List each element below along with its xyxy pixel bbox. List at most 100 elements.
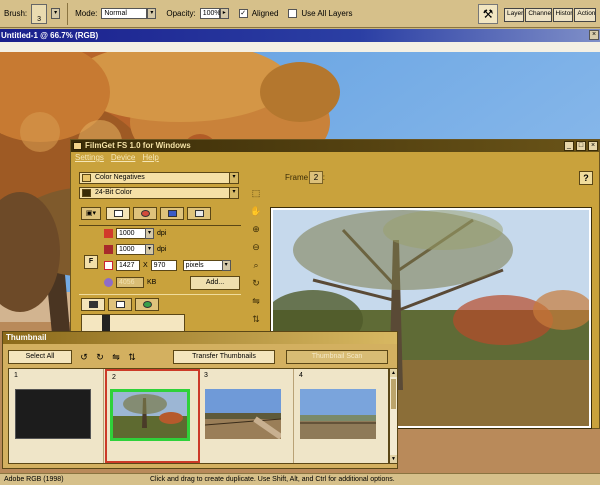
scan-mode-dropdown[interactable]: ▣▾ — [81, 207, 101, 220]
transfer-thumbnails-button[interactable]: Transfer Thumbnails — [173, 350, 275, 364]
chevron-down-icon[interactable]: ▾ — [229, 188, 238, 198]
maximize-icon[interactable]: □ — [576, 141, 586, 151]
thumbnail-scan-button[interactable]: Thumbnail Scan — [286, 350, 388, 364]
thumbnail-frame-3[interactable]: 3 — [199, 369, 294, 463]
dpi-unit-label: dpi — [157, 246, 167, 253]
fit-button[interactable]: F — [84, 255, 98, 269]
mode-select[interactable]: Normal — [101, 8, 148, 19]
output-dpi-field[interactable]: 1000 — [116, 244, 146, 255]
palette-tab-channels[interactable]: Channels — [525, 8, 552, 22]
rotate-right-icon[interactable]: ↻ — [93, 350, 107, 364]
frame-number: 4 — [299, 372, 303, 379]
add-button[interactable]: Add... — [190, 276, 240, 290]
levels-button[interactable] — [160, 207, 184, 220]
width-value: 1427 — [119, 262, 135, 269]
palette-tab-history[interactable]: History — [552, 8, 574, 22]
thumbnail-strip: 1 2 3 4 — [8, 368, 389, 464]
size-unit-label: KB — [147, 279, 157, 286]
palette-tab-actions[interactable]: Actions — [574, 8, 597, 22]
file-size-icon — [104, 278, 113, 287]
scan-label: Thumbnail Scan — [311, 353, 363, 360]
magnifier-icon[interactable]: ⌕ — [249, 258, 263, 273]
opacity-arrow[interactable]: ▸ — [219, 8, 229, 19]
thumbnail-image — [300, 389, 376, 439]
mirror-icon[interactable]: ⇅ — [249, 312, 263, 327]
chevron-down-icon[interactable]: ▾ — [145, 244, 154, 255]
hand-icon[interactable]: ✋ — [249, 204, 263, 219]
menu-settings[interactable]: Settings — [75, 152, 104, 164]
thumbnail-photo — [205, 389, 281, 439]
file-size-row: 4056 KB — [104, 277, 156, 288]
scroll-up-icon[interactable]: ▲ — [390, 369, 397, 377]
minimize-icon[interactable]: _ — [564, 141, 574, 151]
menu-device[interactable]: Device — [111, 152, 135, 164]
filmget-title-bar[interactable]: FilmGet FS 1.0 for Windows — [71, 140, 599, 152]
help-icon[interactable]: ? — [579, 171, 593, 185]
output-resolution-icon — [104, 245, 113, 254]
opacity-input[interactable]: 100% — [199, 8, 221, 19]
zoom-out-icon[interactable]: ⊖ — [249, 240, 263, 255]
thumbnail-frame-4[interactable]: 4 — [294, 369, 389, 463]
thumbnail-title-bar[interactable]: Thumbnail — [3, 332, 397, 344]
transfer-label: Transfer Thumbnails — [192, 353, 256, 360]
thumbnail-scrollbar[interactable]: ▲ ▼ — [389, 368, 398, 464]
palette-tab-layers[interactable]: Layers — [504, 8, 525, 22]
color-profile: Adobe RGB (1998) — [4, 476, 64, 483]
size-row: 1427 X 970 pixels ▾ — [104, 260, 231, 271]
select-all-button[interactable]: Select All — [8, 350, 72, 364]
brush-preset-picker[interactable]: 3 — [31, 3, 48, 24]
use-all-layers-label: Use All Layers — [301, 9, 353, 18]
close-icon[interactable]: × — [588, 141, 598, 151]
file-size-field: 4056 — [116, 277, 144, 288]
chevron-down-icon[interactable]: ▾ — [221, 260, 231, 271]
use-all-layers-checkbox[interactable] — [288, 9, 298, 18]
aligned-checkbox[interactable]: ✓ — [238, 9, 248, 18]
crop-icon — [104, 261, 113, 270]
flip-icon[interactable]: ⇋ — [249, 294, 263, 309]
thumbnail-frame-1[interactable]: 1 — [9, 369, 104, 463]
thumbnail-frame-2[interactable]: 2 — [105, 369, 200, 463]
rotate-icon[interactable]: ↻ — [249, 276, 263, 291]
sharpen-button[interactable] — [187, 207, 211, 220]
mirror-icon[interactable]: ⇅ — [125, 350, 139, 364]
brush-label: Brush: — [4, 9, 28, 18]
chevron-down-icon[interactable]: ▾ — [229, 173, 238, 183]
curve-tab[interactable] — [108, 298, 132, 311]
mode-dropdown-arrow[interactable]: ▾ — [147, 8, 157, 19]
frame-mode-button[interactable] — [106, 207, 130, 220]
thumbnail-photo — [113, 392, 187, 438]
palette-well: Layers Channels History Actions — [504, 8, 597, 22]
menu-help[interactable]: Help — [142, 152, 158, 164]
film-type-select[interactable]: Color Negatives ▾ — [79, 172, 239, 184]
output-dpi-row: 1000 ▾ dpi — [104, 244, 166, 255]
select-all-label: Select All — [25, 353, 55, 360]
document-title-bar[interactable]: Untitled-1 @ 66.7% (RGB) — [0, 29, 600, 42]
frame-number[interactable]: 2 — [309, 171, 323, 184]
wrench-icon[interactable]: ⚒ — [478, 4, 498, 24]
scroll-thumb[interactable] — [391, 379, 396, 409]
rotate-left-icon[interactable]: ↺ — [77, 350, 91, 364]
histogram-tab[interactable] — [81, 298, 105, 311]
width-field[interactable]: 1427 — [116, 260, 140, 271]
units-value: pixels — [185, 262, 204, 269]
scroll-down-icon[interactable]: ▼ — [390, 455, 397, 463]
status-hint: Click and drag to create duplicate. Use … — [150, 476, 395, 483]
opacity-label: Opacity: — [166, 9, 196, 18]
flip-icon[interactable]: ⇋ — [109, 350, 123, 364]
height-field[interactable]: 970 — [150, 260, 177, 271]
adjust-tabs — [81, 298, 159, 311]
chevron-down-icon[interactable]: ▾ — [145, 228, 154, 239]
help-glyph: ? — [583, 173, 589, 183]
color-balance-tab[interactable] — [135, 298, 159, 311]
input-dpi-field[interactable]: 1000 — [116, 228, 146, 239]
film-icon — [82, 174, 91, 182]
color-adjust-button[interactable] — [133, 207, 157, 220]
crop-select-icon[interactable]: ⬚ — [249, 186, 263, 201]
histogram-panel — [81, 314, 185, 332]
units-select[interactable]: pixels — [182, 260, 223, 271]
zoom-in-icon[interactable]: ⊕ — [249, 222, 263, 237]
color-mode-select[interactable]: 24-Bit Color ▾ — [79, 187, 239, 199]
brush-dropdown-arrow[interactable]: ▾ — [51, 8, 61, 19]
input-resolution-icon — [104, 229, 113, 238]
close-icon[interactable]: × — [589, 30, 599, 40]
